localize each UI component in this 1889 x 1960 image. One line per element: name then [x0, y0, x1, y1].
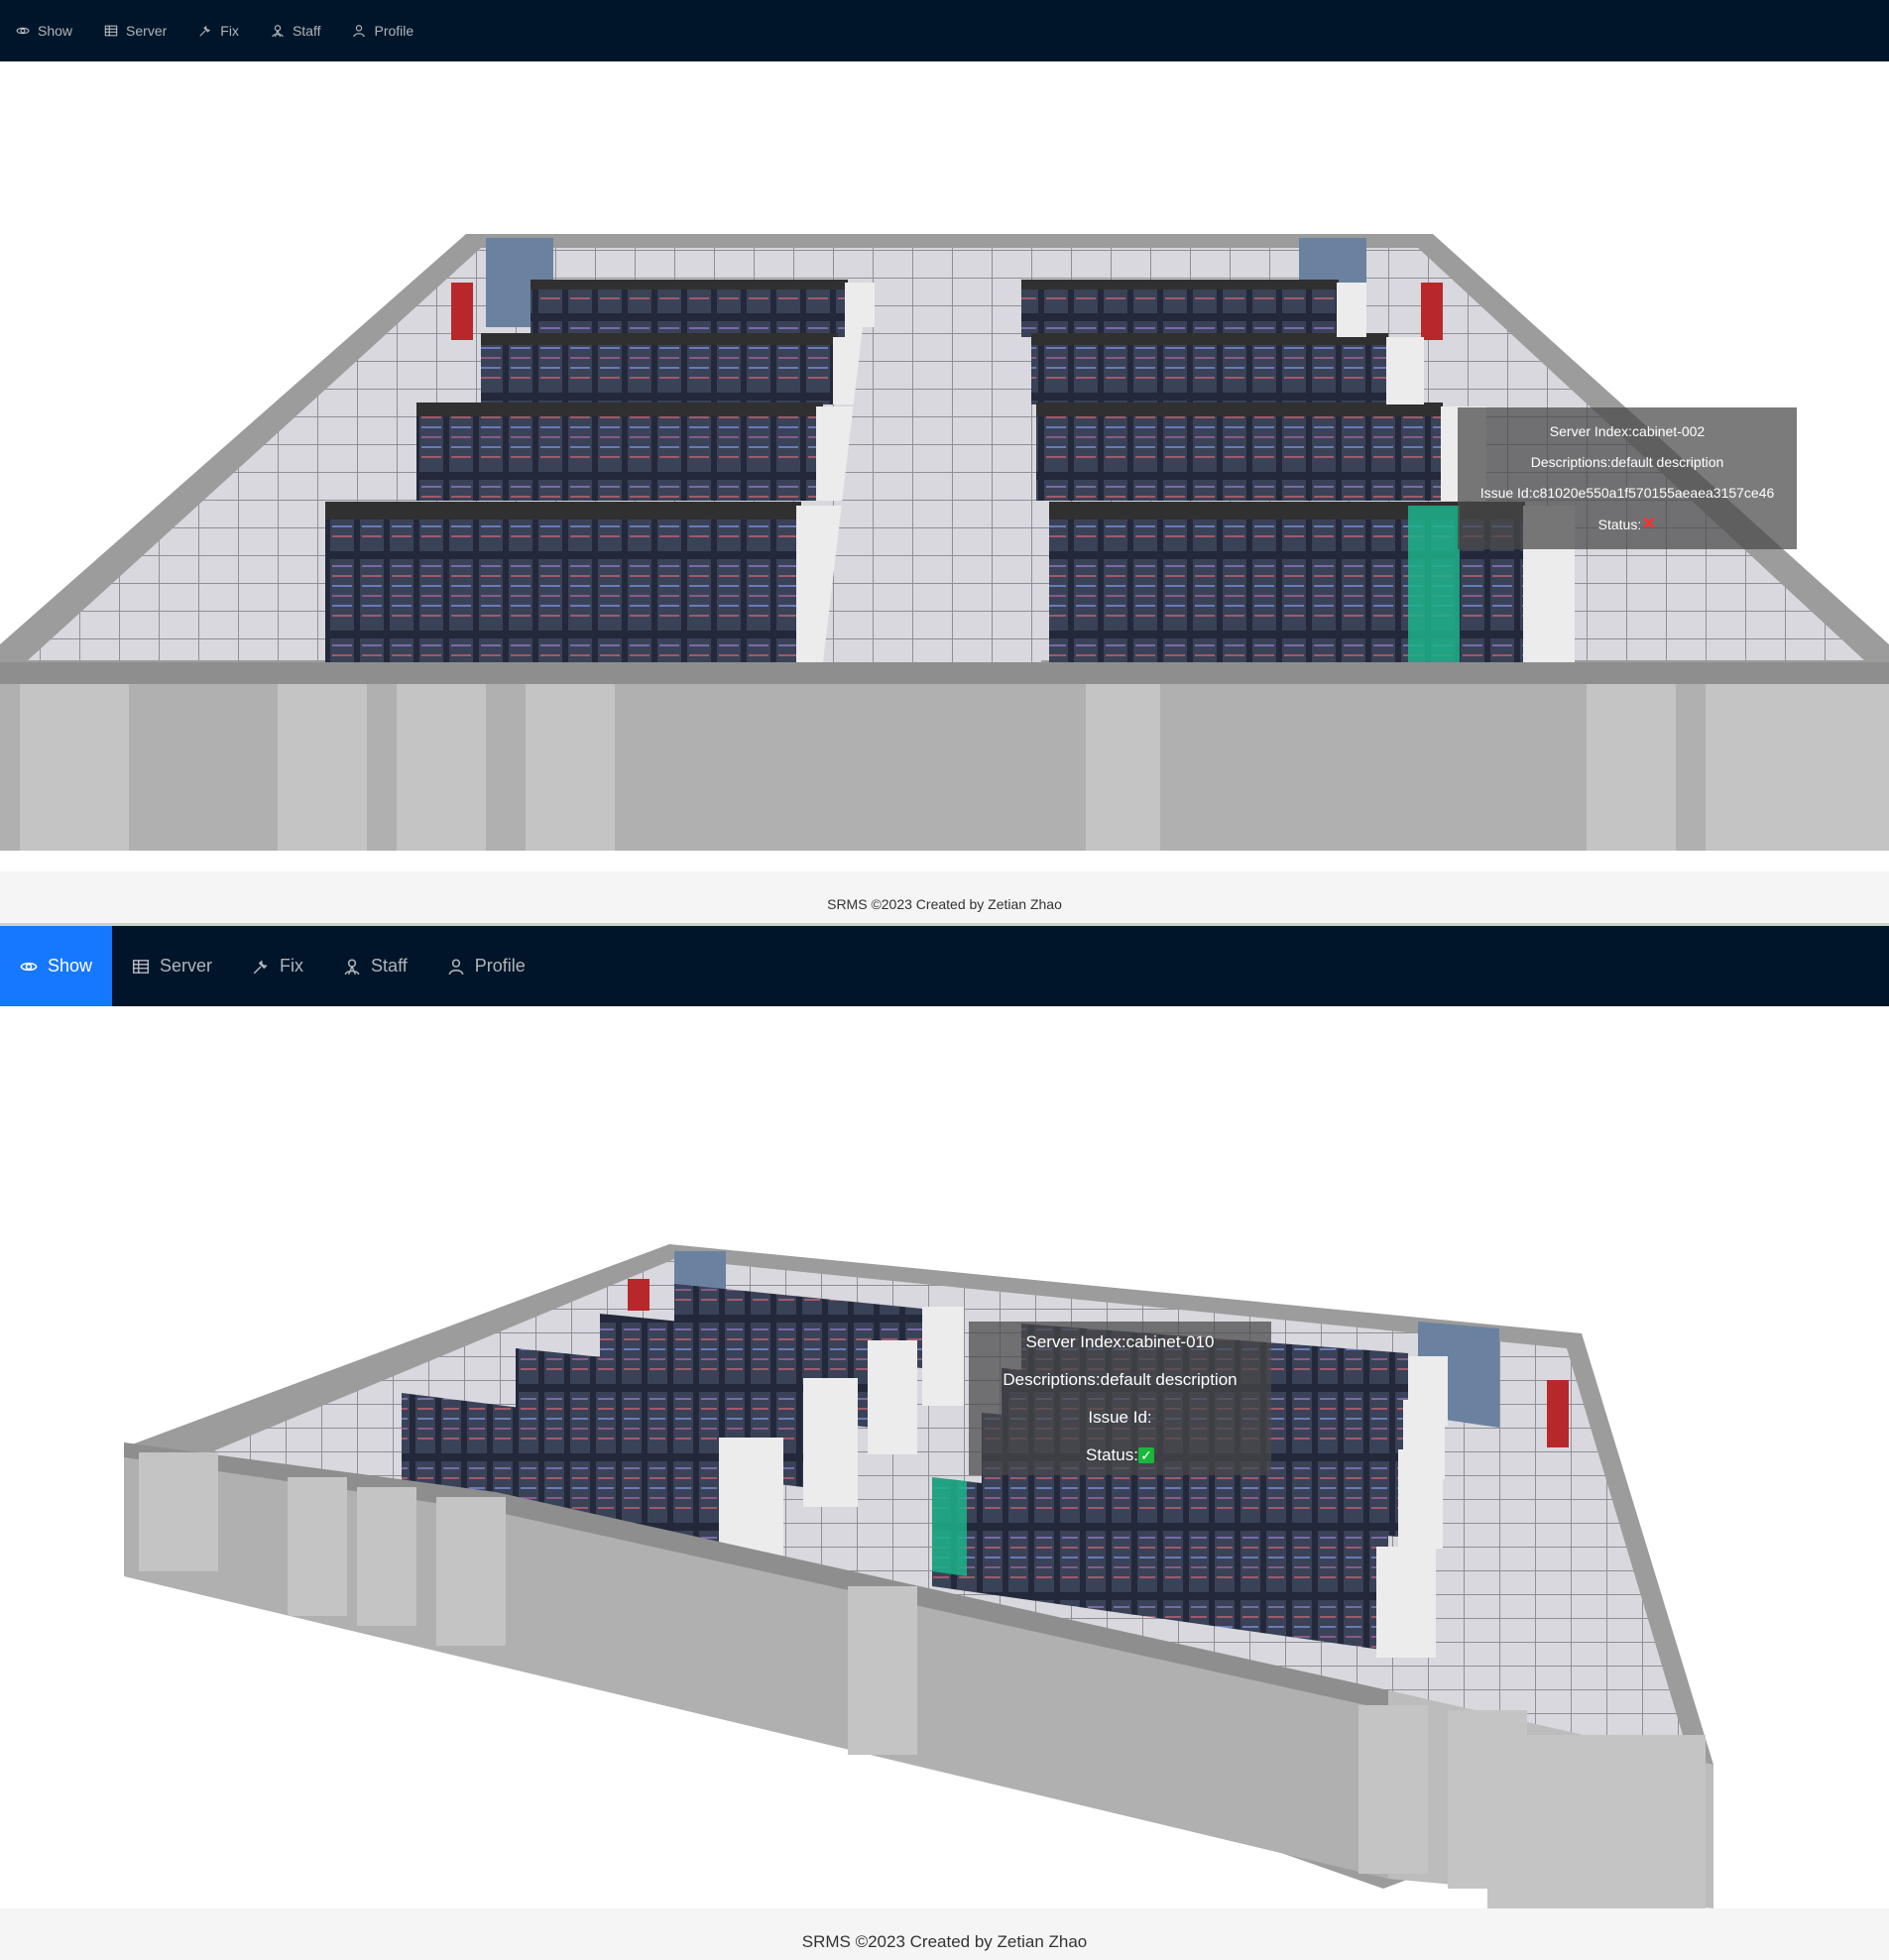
nav-item-label: Show	[48, 956, 93, 976]
nav-item-label: Show	[38, 23, 73, 39]
server-tooltip: Server Index:cabinet-010 Descriptions:de…	[969, 1322, 1271, 1475]
wall-pillar	[357, 1487, 416, 1626]
nav-item-label: Fix	[280, 956, 304, 976]
wrench-icon	[252, 958, 270, 976]
nav-item-label: Server	[126, 23, 168, 39]
rack-top	[416, 403, 823, 416]
tooltip-server-index: Server Index:cabinet-010	[1025, 1331, 1215, 1351]
wall-pillar	[1086, 684, 1160, 851]
table-icon	[104, 24, 118, 38]
nav-item-fix[interactable]: Fix	[182, 0, 255, 61]
status-error-icon: ✕	[1641, 514, 1657, 533]
staff-icon	[343, 958, 361, 976]
tooltip-server-index: Server Index:cabinet-002	[1549, 423, 1706, 439]
wall-pillar	[1487, 1735, 1706, 1908]
tooltip-status: Status:✕	[1458, 509, 1797, 540]
app-view-1: Show Server Fix Staff Profile Server Ind…	[0, 0, 1889, 925]
staff-icon	[271, 24, 285, 38]
ac-unit	[1386, 337, 1424, 404]
rack-row	[416, 406, 823, 501]
wrench-icon	[198, 24, 212, 38]
wall-pillar	[1795, 684, 1889, 851]
tooltip-status: Status: ✓	[969, 1437, 1271, 1474]
footer: SRMS ©2023 Created by Zetian Zhao	[0, 1908, 1889, 1960]
rack-top	[531, 280, 848, 289]
rack-top	[1021, 280, 1339, 289]
server-tooltip: Server Index:cabinet-002 Descriptions:de…	[1458, 407, 1797, 549]
table-icon	[132, 958, 150, 976]
ac-unit	[1398, 1449, 1443, 1549]
top-nav: Show Server Fix Staff Profile	[0, 0, 1889, 61]
nav-item-show[interactable]: Show	[0, 0, 88, 61]
nav-item-staff[interactable]: Staff	[255, 0, 337, 61]
nav-item-label: Profile	[374, 23, 414, 39]
ac-unit	[1376, 1547, 1436, 1658]
nav-item-label: Staff	[371, 956, 408, 976]
tooltip-issue-id: Issue Id:c81020e550a1f570155aeaea3157ce4…	[1479, 485, 1775, 501]
fire-cabinet	[451, 283, 473, 340]
footer-text: SRMS ©2023 Created by Zetian Zhao	[801, 1932, 1088, 1951]
top-nav: Show Server Fix Staff Profile	[0, 926, 1889, 1006]
datacenter-3d-view[interactable]	[0, 1006, 1889, 1908]
user-icon	[352, 24, 366, 38]
nav-item-server[interactable]: Server	[88, 0, 182, 61]
rack-top	[481, 333, 838, 345]
wall-pillar	[436, 1497, 506, 1646]
tooltip-descriptions: Descriptions:default description	[1530, 454, 1724, 470]
user-icon	[447, 958, 465, 976]
footer: SRMS ©2023 Created by Zetian Zhao	[0, 871, 1889, 925]
nav-item-staff[interactable]: Staff	[323, 926, 427, 1006]
fire-cabinet	[628, 1279, 649, 1311]
front-wall-top	[0, 662, 1889, 684]
nav-item-label: Staff	[292, 23, 321, 39]
wall-pillar	[278, 684, 367, 851]
ac-unit	[1337, 283, 1366, 337]
nav-item-profile[interactable]: Profile	[427, 926, 545, 1006]
tooltip-issue-id: Issue Id:	[1088, 1407, 1152, 1427]
ac-unit	[719, 1438, 783, 1556]
rack-row	[1031, 337, 1388, 404]
fire-cabinet	[1547, 1380, 1569, 1447]
app-view-2: Show Server Fix Staff Profile Server Ind…	[0, 926, 1889, 1960]
rack-row	[325, 506, 801, 662]
tooltip-descriptions: Descriptions:default description	[1003, 1369, 1238, 1389]
rack-row	[1036, 406, 1443, 501]
rack-row	[1021, 283, 1339, 337]
nav-item-label: Profile	[474, 956, 526, 976]
wall-pillar	[397, 684, 486, 851]
tooltip-status-label: Status:	[1086, 1444, 1138, 1464]
rack-top	[1031, 333, 1388, 345]
nav-item-server[interactable]: Server	[112, 926, 232, 1006]
rack-row	[481, 337, 838, 404]
rack-top	[1036, 403, 1443, 416]
eye-icon	[20, 958, 38, 976]
nav-item-show[interactable]: Show	[0, 926, 113, 1006]
wall-pillar	[139, 1452, 218, 1571]
fire-cabinet	[1421, 283, 1443, 340]
highlighted-cabinet	[1408, 506, 1460, 662]
ac-unit	[922, 1307, 964, 1406]
wall-pillar	[526, 684, 615, 851]
rack-top	[325, 502, 801, 519]
tooltip-status-label: Status:	[1597, 517, 1642, 532]
ac-unit	[868, 1340, 917, 1454]
nav-item-profile[interactable]: Profile	[336, 0, 429, 61]
wall-pillar	[288, 1477, 347, 1616]
status-ok-icon: ✓	[1137, 1447, 1154, 1464]
wall-pillar	[1587, 684, 1676, 851]
rack-row	[531, 283, 848, 337]
wall-pillar	[20, 684, 129, 851]
highlighted-cabinet	[932, 1477, 967, 1576]
nav-item-label: Server	[160, 956, 213, 976]
nav-item-fix[interactable]: Fix	[232, 926, 323, 1006]
wall-pillar	[1358, 1705, 1428, 1874]
wall-pillar	[848, 1586, 917, 1755]
ac-unit	[803, 1378, 858, 1507]
eye-icon	[16, 24, 30, 38]
wall-pillar	[1706, 684, 1795, 851]
nav-item-label: Fix	[220, 23, 239, 39]
footer-text: SRMS ©2023 Created by Zetian Zhao	[827, 896, 1062, 912]
